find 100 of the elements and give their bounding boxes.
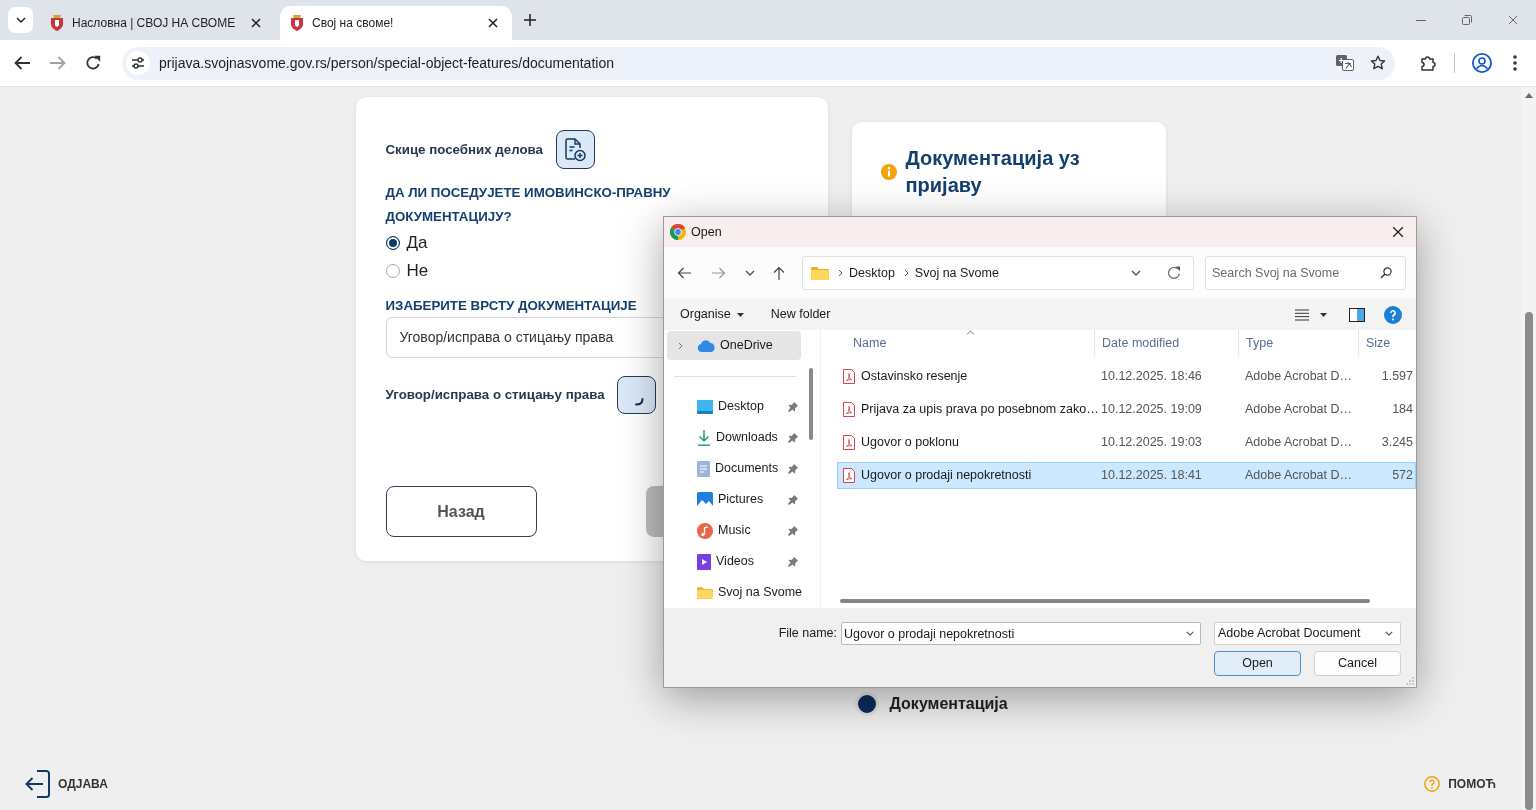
- back-icon[interactable]: [677, 267, 691, 279]
- radio-button[interactable]: [385, 264, 400, 278]
- file-row[interactable]: Ugovor o poklonu 10.12.2025. 19:03 Adobe Acrobat D… 3.245: [837, 429, 1416, 456]
- column-header[interactable]: Size: [1358, 330, 1416, 356]
- folder-icon: [811, 266, 829, 280]
- resize-grip-icon[interactable]: [1406, 677, 1414, 685]
- logout-link[interactable]: ОДЈАВА: [58, 775, 108, 793]
- file-row[interactable]: Prijava za upis prava po posebnom zako… 10.12.2025. 19:09 Adobe Acrobat D… 184: [837, 396, 1416, 423]
- pdf-file-icon: [843, 402, 855, 417]
- pdf-file-icon: [843, 435, 855, 450]
- modified-date: 10.12.2025. 18:46: [1100, 368, 1203, 386]
- field-label: Уговор/исправа о стицању права: [385, 386, 605, 405]
- cloud-icon: [697, 339, 715, 352]
- browser-tab[interactable]: Насловна | СВОЈ НА СВОМЕ: [40, 6, 275, 40]
- address-bar[interactable]: prijava.svojnasvome.gov.rs/person/special-object-features/documentation: [122, 46, 1395, 80]
- plus-icon[interactable]: [524, 14, 536, 26]
- expand-chevron-icon[interactable]: [678, 341, 683, 350]
- curve-icon: [634, 398, 644, 406]
- file-type-select[interactable]: Adobe Acrobat Document: [1214, 622, 1401, 645]
- radio-button[interactable]: [385, 236, 400, 250]
- help-link[interactable]: ПОМОЋ: [1448, 775, 1496, 793]
- modified-date: 10.12.2025. 19:03: [1100, 434, 1203, 452]
- refresh-icon[interactable]: [1167, 266, 1181, 280]
- add-file-button[interactable]: [555, 130, 595, 169]
- browser-tab[interactable]: Свој на своме!: [280, 6, 512, 40]
- profile-icon[interactable]: [1472, 53, 1492, 73]
- scroll-up-icon[interactable]: [1524, 93, 1533, 98]
- field-label: Скице посебних делова: [385, 140, 543, 159]
- translate-icon[interactable]: [1336, 55, 1354, 71]
- back-button[interactable]: Назад: [385, 486, 537, 537]
- close-icon[interactable]: [488, 18, 498, 28]
- column-header[interactable]: Date modified: [1094, 330, 1238, 356]
- nav-item[interactable]: OneDrive: [667, 331, 801, 360]
- nav-item[interactable]: Documents: [664, 453, 808, 484]
- tab-list-button[interactable]: [8, 7, 33, 33]
- file-type: Adobe Acrobat D…: [1244, 434, 1353, 452]
- preview-pane-icon[interactable]: [1349, 307, 1365, 322]
- pdf-file-icon: [843, 369, 855, 384]
- help-icon[interactable]: [1384, 305, 1402, 324]
- file-size: 1.597: [1380, 368, 1414, 386]
- file-row[interactable]: Ostavinsko resenje 10.12.2025. 18:46 Adobe Acrobat D… 1.597: [837, 363, 1416, 390]
- chevron-down-icon[interactable]: [1186, 631, 1194, 636]
- close-icon[interactable]: [1392, 226, 1404, 238]
- search-field[interactable]: Search Svoj na Svome: [1205, 256, 1406, 290]
- path-bar[interactable]: Desktop Svoj na Svome: [802, 256, 1194, 290]
- breadcrumb-item[interactable]: Svoj na Svome: [914, 263, 999, 283]
- breadcrumb-item[interactable]: Desktop: [849, 263, 895, 283]
- puzzle-icon[interactable]: [1420, 55, 1436, 71]
- caret-down-icon[interactable]: [1320, 312, 1327, 317]
- video-icon: [697, 553, 711, 570]
- star-icon[interactable]: [1370, 55, 1386, 71]
- nav-item[interactable]: Videos: [664, 546, 808, 577]
- modified-date: 10.12.2025. 19:09: [1100, 401, 1203, 419]
- restore-icon[interactable]: [1462, 15, 1472, 25]
- document-icon: [697, 460, 710, 477]
- up-arrow-icon[interactable]: [773, 266, 785, 280]
- file-name-label: File name:: [778, 625, 837, 643]
- reload-icon[interactable]: [85, 55, 101, 71]
- minimize-icon[interactable]: [1416, 19, 1426, 21]
- open-button[interactable]: Open: [1214, 651, 1301, 676]
- dialog-title: Open: [691, 223, 722, 241]
- cancel-button[interactable]: Cancel: [1314, 651, 1401, 676]
- document-plus-icon: [564, 137, 587, 162]
- caret-down-icon[interactable]: [736, 312, 744, 317]
- site-settings-icon[interactable]: [126, 51, 150, 75]
- column-header[interactable]: Type: [1238, 330, 1358, 356]
- upload-button[interactable]: [616, 376, 656, 414]
- radio-label: Да: [406, 232, 428, 255]
- step-label: Документација: [889, 694, 1008, 714]
- file-size: 572: [1391, 467, 1414, 485]
- file-name: Prijava za upis prava po posebnom zako…: [861, 401, 1099, 419]
- menu-icon[interactable]: [1513, 55, 1517, 71]
- scrollbar-thumb[interactable]: [1524, 312, 1533, 810]
- back-icon[interactable]: [14, 56, 30, 70]
- list-view-icon[interactable]: [1295, 308, 1309, 321]
- file-name-field[interactable]: Ugovor o prodaji nepokretnosti: [841, 622, 1201, 645]
- emblem-icon: [290, 15, 304, 31]
- file-row[interactable]: Ugovor o prodaji nepokretnosti 10.12.2025. 18:41 Adobe Acrobat D… 572: [837, 462, 1416, 489]
- nav-item[interactable]: Music: [664, 515, 808, 546]
- chevron-down-icon[interactable]: [1131, 270, 1141, 276]
- radio-label: Не: [406, 260, 429, 283]
- scrollbar-thumb[interactable]: [840, 599, 1370, 603]
- scrollbar-thumb[interactable]: [809, 368, 813, 440]
- question-text: ДА ЛИ ПОСЕДУЈЕТЕ ИМОВИНСКО-ПРАВНУ ДОКУМЕНТАЦИЈУ?: [385, 184, 672, 226]
- chevron-down-icon[interactable]: [745, 270, 755, 276]
- picture-icon: [697, 491, 713, 508]
- modified-date: 10.12.2025. 18:41: [1100, 467, 1203, 485]
- nav-item[interactable]: Svoj na Svome: [664, 577, 808, 608]
- section-label: ИЗАБЕРИТЕ ВРСТУ ДОКУМЕНТАЦИЈЕ: [385, 297, 637, 315]
- column-header[interactable]: Name: [837, 330, 1094, 356]
- nav-item[interactable]: Downloads: [664, 422, 808, 453]
- app-logo-icon: [670, 224, 686, 240]
- chevron-right-icon: [838, 269, 843, 277]
- info-icon: [880, 164, 897, 180]
- close-icon[interactable]: [251, 18, 261, 28]
- search-icon[interactable]: [1380, 267, 1392, 279]
- nav-item[interactable]: Desktop: [664, 391, 808, 422]
- nav-item[interactable]: Pictures: [664, 484, 808, 515]
- emblem-icon: [50, 15, 64, 31]
- logout-icon[interactable]: [24, 770, 50, 798]
